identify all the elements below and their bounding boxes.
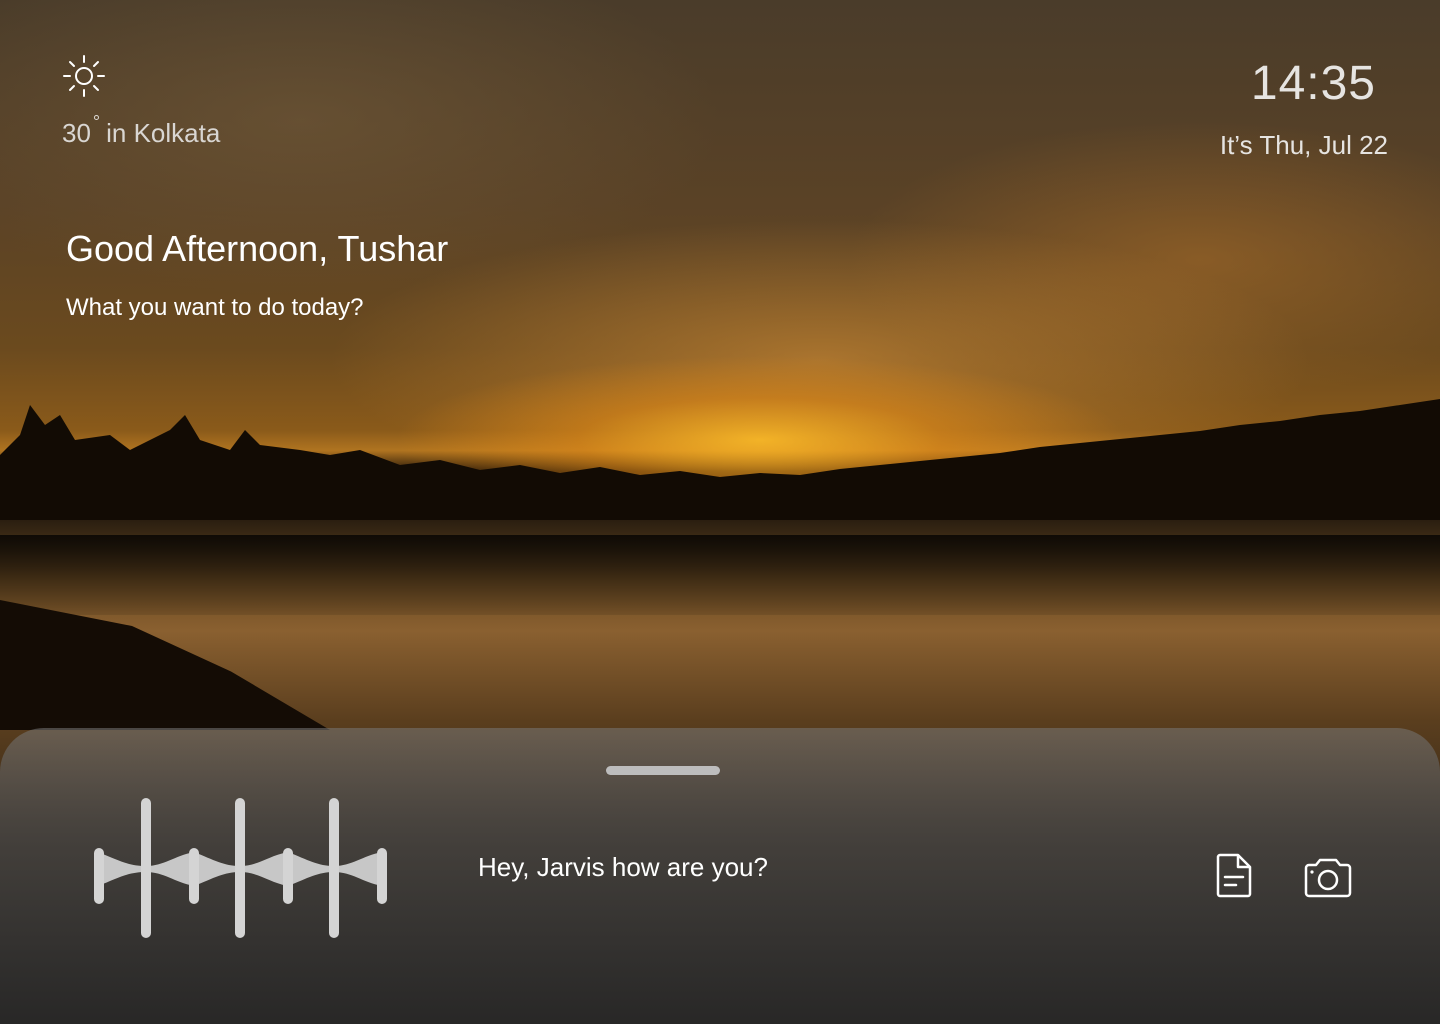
assistant-sheet[interactable]: Hey, Jarvis how are you? [0, 728, 1440, 1024]
temperature-value: 30 [62, 118, 91, 148]
document-button[interactable] [1214, 852, 1254, 898]
camera-button[interactable] [1302, 858, 1354, 898]
waveform-icon[interactable] [88, 794, 394, 942]
greeting-title: Good Afternoon, Tushar [66, 228, 449, 269]
weather-widget[interactable]: 30 ° in Kolkata [62, 54, 220, 149]
temperature-readout: 30 ° in Kolkata [62, 112, 221, 149]
assistant-prompt: Hey, Jarvis how are you? [478, 852, 768, 882]
wallpaper-reflection [0, 535, 1440, 615]
degree-symbol: ° [92, 112, 101, 132]
location-label: in Kolkata [106, 118, 221, 148]
document-icon [1214, 852, 1254, 898]
clock-time: 14:35 [1250, 57, 1376, 110]
sun-icon [62, 54, 220, 98]
camera-icon [1302, 858, 1354, 898]
greeting-subtitle: What you want to do today? [66, 294, 364, 321]
clock-date: It’s Thu, Jul 22 [1219, 130, 1388, 160]
drag-handle[interactable] [606, 766, 720, 775]
